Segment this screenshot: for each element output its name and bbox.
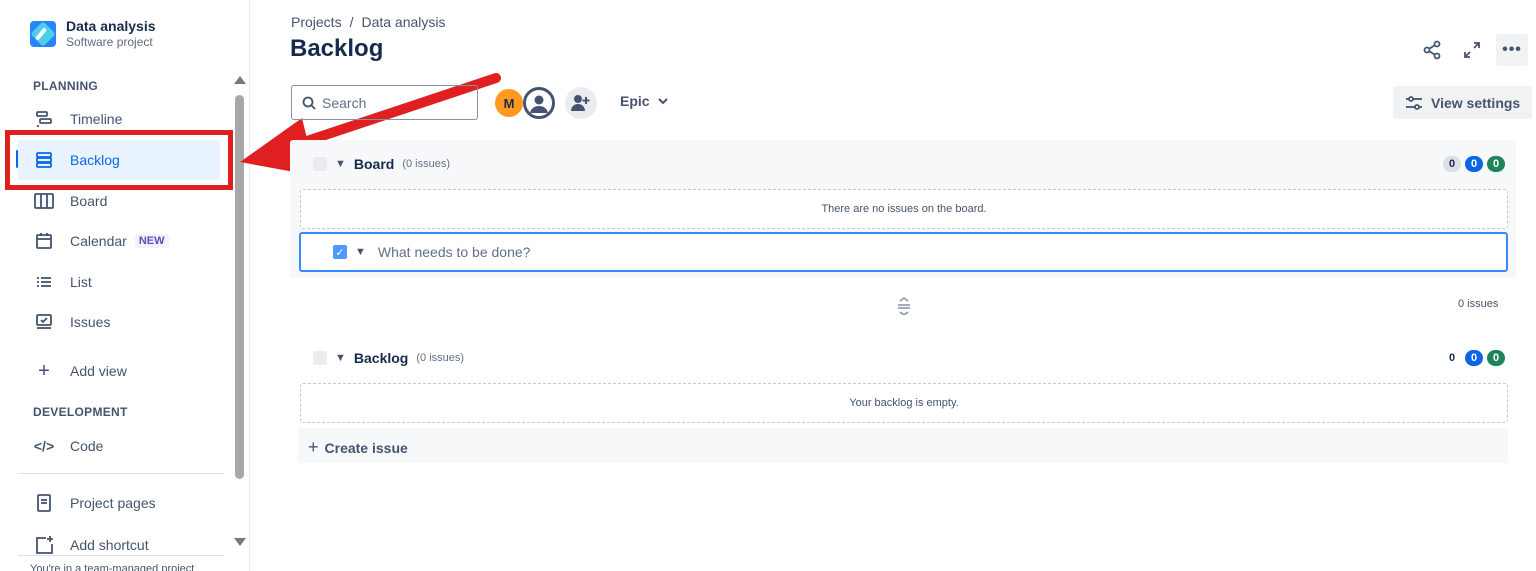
project-avatar-icon xyxy=(30,21,56,47)
page-title: Backlog xyxy=(290,35,384,62)
settings-sliders-icon xyxy=(1406,95,1422,110)
sidebar-item-add-view[interactable]: + Add view xyxy=(18,351,220,391)
add-people-button[interactable] xyxy=(565,87,597,119)
plus-icon: + xyxy=(308,437,319,457)
create-issue-label: Create issue xyxy=(324,439,408,456)
sidebar-item-label: Project pages xyxy=(70,495,156,511)
header-actions: ••• xyxy=(1416,34,1528,66)
share-icon xyxy=(1423,40,1441,60)
in-progress-count-pill: 0 xyxy=(1465,156,1483,172)
task-type-icon[interactable]: ✓ xyxy=(333,245,347,259)
highlight-box xyxy=(5,130,233,190)
issues-total-count: 0 issues xyxy=(1458,298,1499,310)
backlog-footer xyxy=(298,428,1508,463)
sidebar-footer-text: You're in a team-managed project xyxy=(30,563,195,571)
sidebar-item-label: Add view xyxy=(70,363,127,379)
sidebar-item-calendar[interactable]: Calendar NEW xyxy=(18,221,220,261)
code-icon: </> xyxy=(33,438,55,454)
epic-label: Epic xyxy=(620,93,650,109)
planning-section-label: PLANNING xyxy=(33,79,99,93)
view-settings-label: View settings xyxy=(1431,94,1521,111)
sidebar-item-label: Issues xyxy=(70,314,111,330)
plus-icon: + xyxy=(38,359,50,382)
breadcrumb-projects[interactable]: Projects xyxy=(291,14,342,30)
sidebar-item-issues[interactable]: Issues xyxy=(18,302,220,342)
done-count-pill: 0 xyxy=(1487,350,1505,366)
breadcrumb: Projects / Data analysis xyxy=(291,14,446,30)
new-badge: NEW xyxy=(134,234,169,248)
avatar-user[interactable] xyxy=(523,87,555,119)
user-icon xyxy=(530,95,548,113)
chevron-down-icon[interactable]: ▼ xyxy=(355,246,366,258)
backlog-section-title: Backlog xyxy=(353,350,409,366)
scroll-down-arrow-icon[interactable] xyxy=(234,538,246,546)
new-issue-row[interactable]: ✓ ▼ xyxy=(299,232,1508,272)
chevron-down-icon[interactable]: ▼ xyxy=(335,158,346,170)
backlog-status-pills: 0 0 0 xyxy=(1443,350,1505,366)
list-icon xyxy=(34,272,54,292)
board-section-title: Board xyxy=(353,156,395,172)
backlog-empty-message: Your backlog is empty. xyxy=(300,383,1508,423)
resize-handle-icon[interactable] xyxy=(896,297,912,318)
sidebar-item-label: Board xyxy=(70,193,108,209)
share-button[interactable] xyxy=(1416,34,1448,66)
project-type: Software project xyxy=(66,35,153,49)
project-name: Data analysis xyxy=(66,18,156,34)
sidebar-item-label: Timeline xyxy=(70,111,123,127)
sidebar-divider-bottom xyxy=(18,555,224,556)
in-progress-count-pill: 0 xyxy=(1465,350,1483,366)
sidebar-item-label: List xyxy=(70,274,92,290)
sidebar-item-label: Calendar xyxy=(70,233,127,249)
epic-filter[interactable]: Epic xyxy=(620,93,668,109)
sidebar-item-label: Code xyxy=(70,438,104,454)
sidebar-item-add-shortcut[interactable]: Add shortcut xyxy=(18,525,220,565)
backlog-select-checkbox[interactable] xyxy=(313,351,327,365)
issues-icon xyxy=(34,312,54,332)
backlog-section-count: (0 issues) xyxy=(416,352,465,364)
sidebar-item-list[interactable]: List xyxy=(18,262,220,302)
sidebar: Data analysis Software project PLANNING … xyxy=(0,0,250,571)
sidebar-divider xyxy=(18,473,224,474)
sidebar-item-code[interactable]: </> Code xyxy=(18,426,220,466)
breadcrumb-project[interactable]: Data analysis xyxy=(361,14,445,30)
chevron-down-icon xyxy=(657,98,668,105)
timeline-icon xyxy=(34,109,54,129)
board-section-count: (0 issues) xyxy=(402,158,451,170)
create-issue-button[interactable]: + Create issue xyxy=(308,437,408,458)
more-icon: ••• xyxy=(1502,41,1522,58)
board-empty-message: There are no issues on the board. xyxy=(300,189,1508,229)
todo-count-pill: 0 xyxy=(1443,156,1461,172)
more-actions-button[interactable]: ••• xyxy=(1496,34,1528,66)
fullscreen-button[interactable] xyxy=(1456,34,1488,66)
done-count-pill: 0 xyxy=(1487,156,1505,172)
project-header[interactable]: Data analysis Software project xyxy=(30,18,156,50)
search-input[interactable] xyxy=(322,94,462,111)
backlog-section-header[interactable]: ▼ Backlog (0 issues) xyxy=(313,350,464,366)
expand-icon xyxy=(1464,42,1480,58)
board-select-checkbox[interactable] xyxy=(313,157,327,171)
search-box[interactable] xyxy=(291,85,478,120)
todo-count-pill: 0 xyxy=(1448,352,1456,364)
avatar-m[interactable]: M xyxy=(493,87,525,119)
new-issue-input[interactable] xyxy=(377,244,978,260)
board-status-pills: 0 0 0 xyxy=(1443,156,1505,172)
add-user-icon xyxy=(571,95,590,111)
add-shortcut-icon xyxy=(34,535,54,555)
breadcrumb-separator: / xyxy=(349,14,354,30)
board-section-header[interactable]: ▼ Board (0 issues) xyxy=(313,156,450,172)
page-icon xyxy=(34,493,54,513)
development-section-label: DEVELOPMENT xyxy=(33,405,128,419)
view-settings-button[interactable]: View settings xyxy=(1393,86,1533,119)
sidebar-item-project-pages[interactable]: Project pages xyxy=(18,483,220,523)
search-icon xyxy=(302,96,316,110)
board-icon xyxy=(34,191,54,211)
chevron-down-icon[interactable]: ▼ xyxy=(335,352,346,364)
sidebar-item-label: Add shortcut xyxy=(70,537,149,553)
calendar-icon xyxy=(34,231,54,251)
